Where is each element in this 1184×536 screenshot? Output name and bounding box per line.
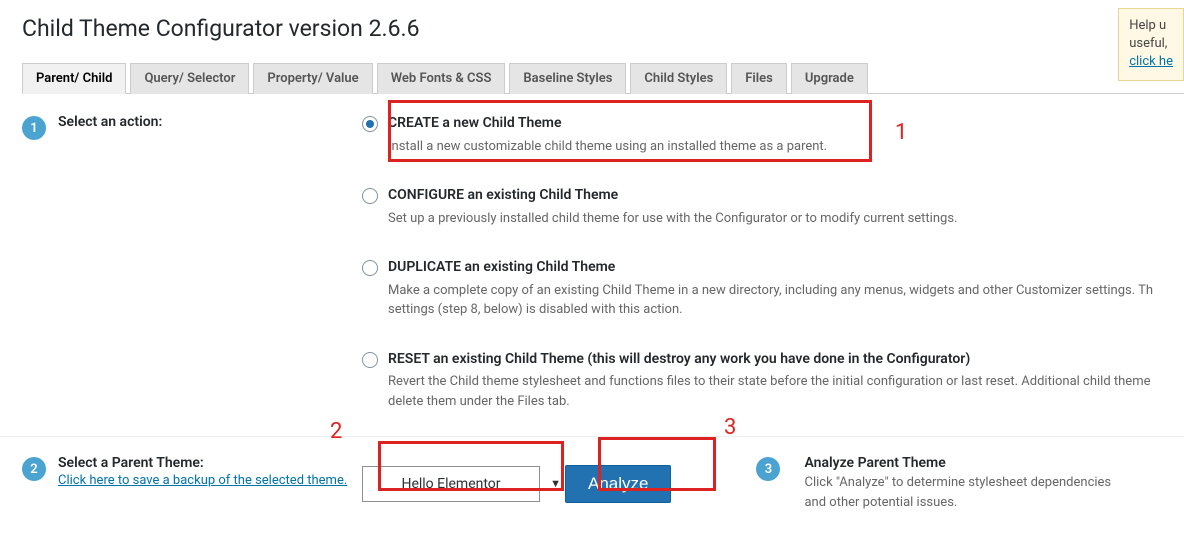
step-badge-1: 1 — [22, 116, 46, 140]
step1-label: Select an action: — [58, 114, 362, 130]
step3-title: Analyze Parent Theme — [804, 455, 1124, 471]
tab-upgrade[interactable]: Upgrade — [791, 63, 868, 94]
option-configure-title: CONFIGURE an existing Child Theme — [388, 186, 1184, 206]
annotation-label-3: 3 — [724, 415, 736, 440]
tab-files[interactable]: Files — [731, 63, 787, 94]
radio-create[interactable] — [362, 116, 378, 132]
option-reset-title: RESET an existing Child Theme (this will… — [388, 350, 1184, 370]
option-duplicate-title: DUPLICATE an existing Child Theme — [388, 258, 1184, 278]
option-reset[interactable]: RESET an existing Child Theme (this will… — [362, 350, 1184, 412]
help-text-1: Help u — [1129, 18, 1166, 33]
option-configure[interactable]: CONFIGURE an existing Child Theme Set up… — [362, 186, 1184, 228]
page-title: Child Theme Configurator version 2.6.6 — [0, 0, 1184, 62]
section-step-1: 1 Select an action: CREATE a new Child T… — [0, 94, 1184, 437]
tab-web-fonts-css[interactable]: Web Fonts & CSS — [377, 63, 506, 94]
tab-property-value[interactable]: Property/ Value — [253, 63, 372, 94]
radio-configure[interactable] — [362, 188, 378, 204]
step2-backup-link[interactable]: Click here to save a backup of the selec… — [58, 473, 347, 488]
tab-query-selector[interactable]: Query/ Selector — [130, 63, 249, 94]
annotation-box-2 — [378, 441, 564, 491]
tab-parent-child[interactable]: Parent/ Child — [22, 63, 126, 94]
step2-label: Select a Parent Theme: — [58, 455, 362, 471]
option-configure-desc: Set up a previously installed child them… — [388, 209, 1184, 229]
section-step-2: 2 Select a Parent Theme: Click here to s… — [0, 437, 1184, 522]
help-link[interactable]: click he — [1129, 54, 1173, 69]
option-reset-desc: Revert the Child theme stylesheet and fu… — [388, 372, 1184, 411]
tabs: Parent/ Child Query/ Selector Property/ … — [22, 62, 1184, 94]
tab-child-styles[interactable]: Child Styles — [630, 63, 727, 94]
annotation-label-2: 2 — [330, 419, 342, 444]
step-badge-2: 2 — [22, 457, 46, 481]
step-badge-3: 3 — [756, 457, 780, 481]
help-text-2: useful, — [1129, 36, 1167, 51]
help-box: Help u useful, click he — [1118, 8, 1184, 81]
radio-duplicate[interactable] — [362, 260, 378, 276]
annotation-box-1 — [388, 100, 872, 162]
step3-desc: Click "Analyze" to determine stylesheet … — [804, 473, 1124, 512]
radio-reset[interactable] — [362, 352, 378, 368]
option-duplicate-desc: Make a complete copy of an existing Chil… — [388, 281, 1184, 320]
annotation-box-3 — [598, 437, 716, 491]
annotation-label-1: 1 — [895, 120, 907, 145]
option-duplicate[interactable]: DUPLICATE an existing Child Theme Make a… — [362, 258, 1184, 320]
tab-baseline-styles[interactable]: Baseline Styles — [509, 63, 626, 94]
